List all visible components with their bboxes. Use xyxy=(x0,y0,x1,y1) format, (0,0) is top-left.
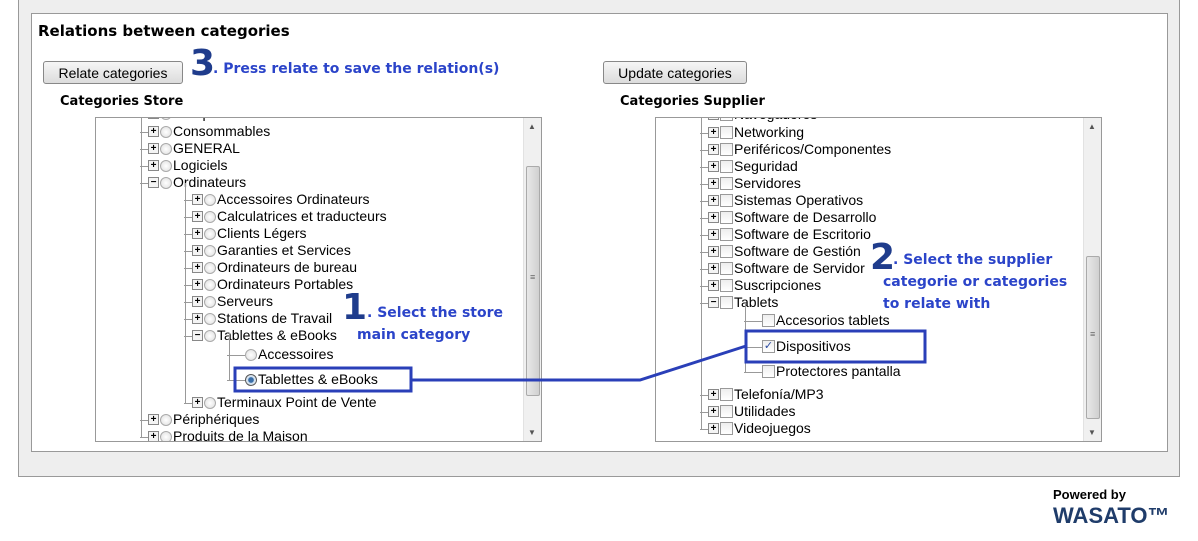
step3-number: 3 xyxy=(190,43,216,84)
step2-text-3: to relate with xyxy=(883,296,991,312)
wasato-logo: WASATO™ xyxy=(1053,503,1170,528)
powered-by-label: Powered by xyxy=(1053,487,1126,502)
step3-text: . Press relate to save the relation(s) xyxy=(213,61,500,77)
step2-number: 2 xyxy=(870,237,896,278)
step1-text-2: main category xyxy=(357,327,471,343)
annotation-overlay xyxy=(233,329,927,393)
step2-text-2: categorie or categories xyxy=(883,274,1068,290)
step2-text: . Select the supplier xyxy=(893,252,1053,268)
step1-number: 1 xyxy=(342,287,368,328)
relation-connector-line xyxy=(411,344,747,382)
store-selection-highlight xyxy=(233,366,413,393)
step1-text: . Select the store xyxy=(367,305,504,321)
supplier-selection-highlight xyxy=(744,329,927,364)
